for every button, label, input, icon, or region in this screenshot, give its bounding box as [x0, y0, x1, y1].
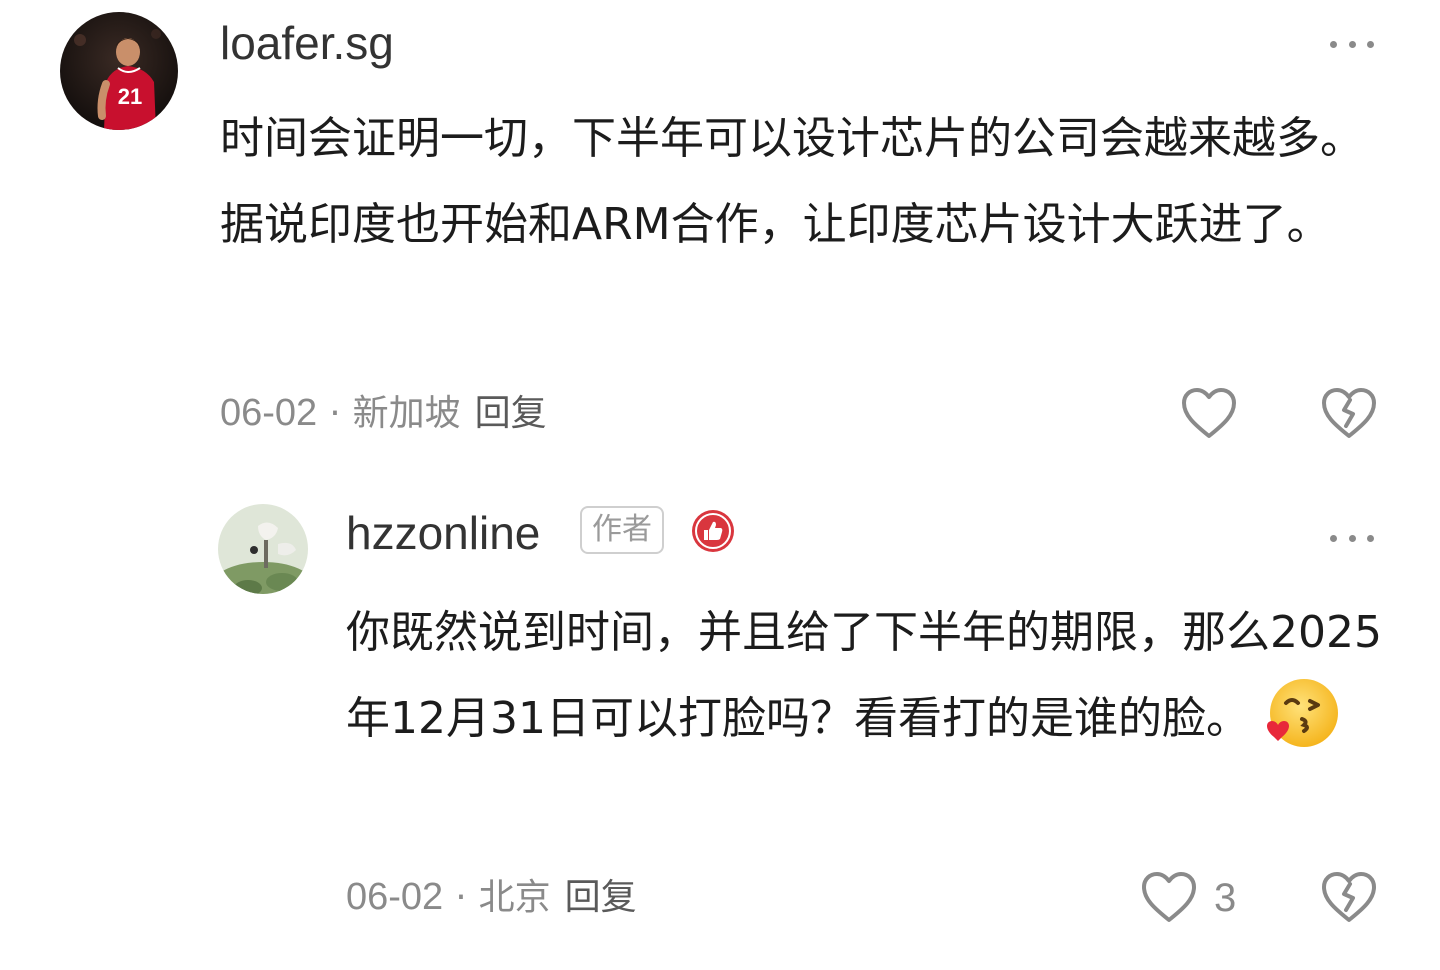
reply-button[interactable]: 回复	[475, 393, 547, 434]
dislike-button[interactable]	[1320, 870, 1378, 928]
comment-location: 北京	[478, 877, 551, 918]
more-dot-icon	[1348, 40, 1356, 48]
heart-outline-icon	[1182, 388, 1236, 438]
thumbs-up-badge	[690, 508, 736, 558]
avatar[interactable]: 21	[60, 12, 178, 130]
meta-separator: ·	[455, 877, 467, 918]
face-blowing-kiss-emoji	[1266, 679, 1338, 747]
more-options-button[interactable]	[1330, 34, 1374, 54]
more-dot-icon	[1367, 534, 1374, 542]
comment-meta: 06-02 · 北京 回复	[346, 878, 637, 916]
username[interactable]: hzzonline	[346, 510, 540, 556]
author-badge: 作者	[580, 506, 664, 554]
more-dot-icon	[1330, 534, 1337, 542]
comment-text: 时间会证明一切，下半年可以设计芯片的公司会越来越多。据说印度也开始和ARM合作，…	[220, 113, 1364, 250]
broken-heart-icon	[1322, 388, 1376, 438]
meta-separator: ·	[329, 393, 341, 434]
broken-heart-icon	[1322, 872, 1376, 922]
dislike-button[interactable]	[1320, 386, 1378, 444]
like-button[interactable]	[1180, 386, 1238, 444]
comment-date: 06-02	[346, 876, 444, 918]
more-dot-icon	[1367, 40, 1374, 48]
more-dot-icon	[1330, 40, 1337, 48]
jersey-number: 21	[118, 84, 142, 109]
more-options-button[interactable]	[1330, 528, 1374, 548]
comment-location: 新加坡	[352, 393, 461, 434]
thumbs-up-badge-icon	[692, 510, 734, 552]
avatar-image	[218, 504, 308, 594]
like-button[interactable]	[1140, 870, 1198, 928]
comment-text: 你既然说到时间，并且给了下半年的期限，那么2025年12月31日可以打脸吗？看看…	[346, 590, 1386, 762]
like-count: 3	[1214, 876, 1237, 920]
comment-date: 06-02	[220, 392, 318, 434]
reply-button[interactable]: 回复	[565, 877, 637, 918]
comment-meta: 06-02 · 新加坡 回复	[220, 394, 547, 432]
avatar[interactable]	[218, 504, 308, 594]
more-dot-icon	[1348, 534, 1356, 542]
avatar-image: 21	[60, 12, 178, 130]
username[interactable]: loafer.sg	[220, 20, 394, 66]
comment-text-content: 你既然说到时间，并且给了下半年的期限，那么2025年12月31日可以打脸吗？看看…	[346, 607, 1382, 744]
heart-outline-icon	[1142, 872, 1196, 922]
